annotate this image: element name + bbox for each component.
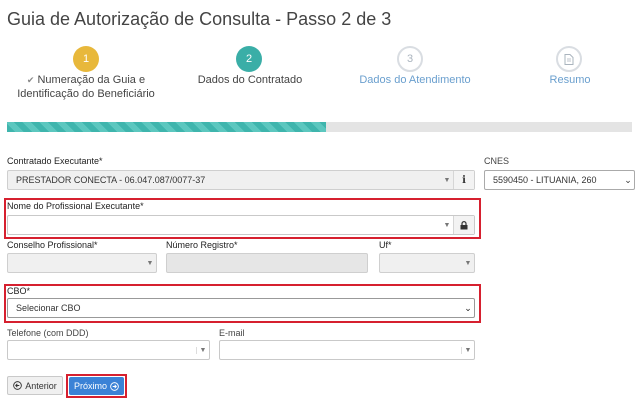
step-4-circle[interactable] xyxy=(556,46,582,72)
email-input[interactable]: ▼ xyxy=(219,340,475,360)
uf-label: Uf* xyxy=(379,240,392,250)
page-title: Guia de Autorização de Consulta - Passo … xyxy=(7,9,392,29)
step-1-circle[interactable]: 1 xyxy=(73,46,99,72)
registro-input[interactable] xyxy=(166,253,368,273)
chevron-down-icon: ▼ xyxy=(464,259,472,267)
telefone-input[interactable]: ▼ xyxy=(7,340,210,360)
document-icon xyxy=(564,53,574,65)
anterior-button[interactable]: Anterior xyxy=(7,376,63,395)
chevron-down-icon: ▼ xyxy=(146,259,154,267)
step-2-label[interactable]: Dados do Contratado xyxy=(185,73,315,87)
conselho-label: Conselho Profissional* xyxy=(7,240,98,250)
chevron-down-icon: ▼ xyxy=(196,346,209,354)
contratado-select[interactable]: PRESTADOR CONECTA - 06.047.087/0077-37 ▼… xyxy=(7,170,475,190)
cnes-label: CNES xyxy=(484,156,510,166)
cnes-select[interactable]: 5590450 - LITUANIA, 260 ⌄ xyxy=(484,170,635,190)
progress-bar xyxy=(7,122,632,132)
cbo-select[interactable]: Selecionar CBO ⌄ xyxy=(7,298,475,318)
profissional-select[interactable]: ▼ xyxy=(7,215,475,235)
proximo-button[interactable]: Próximo xyxy=(69,377,124,395)
email-label: E-mail xyxy=(219,328,245,338)
telefone-label: Telefone (com DDD) xyxy=(7,328,89,338)
step-1-label[interactable]: ✔ Numeração da Guia e Identificação do B… xyxy=(10,73,162,101)
step-3-circle[interactable]: 3 xyxy=(397,46,423,72)
chevron-down-icon: ▼ xyxy=(443,176,451,184)
chevron-down-icon: ⌄ xyxy=(624,174,632,185)
progress-fill xyxy=(7,122,326,132)
step-4-label[interactable]: Resumo xyxy=(520,73,620,87)
registro-label: Número Registro* xyxy=(166,240,238,250)
chevron-down-icon: ⌄ xyxy=(464,302,472,313)
step-2-circle[interactable]: 2 xyxy=(236,46,262,72)
conselho-select[interactable]: ▼ xyxy=(7,253,157,273)
cbo-label: CBO* xyxy=(7,286,31,296)
arrow-right-icon xyxy=(110,381,119,391)
check-icon: ✔ xyxy=(26,75,35,85)
contratado-label: Contratado Executante* xyxy=(7,156,103,166)
step-3-label[interactable]: Dados do Atendimento xyxy=(350,73,480,87)
chevron-down-icon: ▼ xyxy=(461,346,474,354)
info-icon[interactable]: i xyxy=(453,171,474,189)
chevron-down-icon: ▼ xyxy=(443,221,451,229)
uf-select[interactable]: ▼ xyxy=(379,253,475,273)
profissional-label: Nome do Profissional Executante* xyxy=(7,201,144,211)
lock-icon xyxy=(453,216,474,234)
arrow-left-icon xyxy=(13,381,23,390)
